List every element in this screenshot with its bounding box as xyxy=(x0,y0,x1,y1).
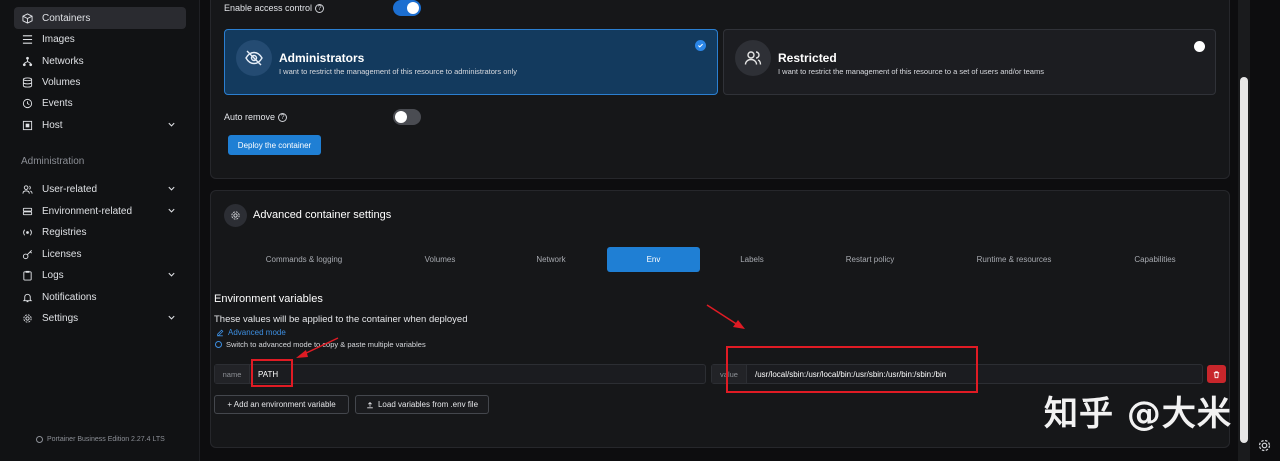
eye-off-icon xyxy=(236,40,272,76)
cube-icon xyxy=(22,12,33,24)
load-env-file-text: Load variables from .env file xyxy=(377,400,479,409)
sidebar-item-notifications[interactable]: Notifications xyxy=(14,286,186,308)
sidebar: Containers Images Networks Volumes Event… xyxy=(0,0,200,461)
tab-env[interactable]: Env xyxy=(607,247,700,272)
list-icon xyxy=(22,34,33,45)
sidebar-item-networks[interactable]: Networks xyxy=(14,50,186,72)
version-text: Portainer Business Edition 2.27.4 LTS xyxy=(47,436,165,443)
sidebar-item-label: Containers xyxy=(42,12,91,24)
sidebar-item-user-related[interactable]: User-related xyxy=(14,178,186,200)
sidebar-item-label: Licenses xyxy=(42,248,82,260)
hint-text: Switch to advanced mode to copy & paste … xyxy=(226,340,426,349)
sidebar-item-label: Notifications xyxy=(42,291,97,303)
tab-runtime-resources[interactable]: Runtime & resources xyxy=(960,247,1068,272)
trash-icon xyxy=(1213,370,1220,378)
advanced-mode-hint: Switch to advanced mode to copy & paste … xyxy=(215,340,426,349)
watermark: 知乎 @大米 xyxy=(1044,394,1232,434)
sidebar-item-label: Logs xyxy=(42,269,64,281)
check-icon xyxy=(695,40,706,51)
bell-icon xyxy=(22,292,33,303)
key-icon xyxy=(22,249,33,260)
users-icon xyxy=(735,40,771,76)
restricted-card[interactable]: Restricted I want to restrict the manage… xyxy=(723,29,1216,95)
annotation-box-value xyxy=(726,346,978,393)
tab-restart-policy[interactable]: Restart policy xyxy=(820,247,920,272)
tab-volumes[interactable]: Volumes xyxy=(400,247,480,272)
administrators-card[interactable]: Administrators I want to restrict the ma… xyxy=(224,29,718,95)
env-name-value[interactable]: PATH xyxy=(250,365,705,383)
server-icon xyxy=(22,206,33,217)
env-section-title: Environment variables xyxy=(214,293,323,305)
restricted-desc: I want to restrict the management of thi… xyxy=(778,67,1044,76)
administrators-desc: I want to restrict the management of thi… xyxy=(279,67,518,76)
radio-button[interactable] xyxy=(1194,41,1205,52)
settings-icon xyxy=(224,204,247,227)
sidebar-item-registries[interactable]: Registries xyxy=(14,221,186,243)
sidebar-item-label: Images xyxy=(42,33,75,45)
advanced-mode-link[interactable]: Advanced mode xyxy=(216,328,286,337)
help-icon[interactable]: ? xyxy=(315,3,325,13)
clipboard-icon xyxy=(22,270,33,281)
info-icon xyxy=(215,341,222,348)
sidebar-item-events[interactable]: Events xyxy=(14,92,186,114)
administrators-title: Administrators xyxy=(279,51,365,65)
enable-access-control-label: Enable access control ? xyxy=(224,3,325,13)
tab-network[interactable]: Network xyxy=(510,247,592,272)
sidebar-item-label: Networks xyxy=(42,55,84,67)
sidebar-item-logs[interactable]: Logs xyxy=(14,264,186,286)
access-control-toggle[interactable] xyxy=(393,0,421,16)
sidebar-item-licenses[interactable]: Licenses xyxy=(14,243,186,265)
tab-labels[interactable]: Labels xyxy=(712,247,792,272)
sidebar-item-label: Volumes xyxy=(42,76,81,88)
chevron-down-icon xyxy=(168,272,175,277)
advanced-settings-title: Advanced container settings xyxy=(253,209,392,221)
gear-icon[interactable] xyxy=(1257,438,1272,453)
env-section-subtitle: These values will be applied to the cont… xyxy=(214,314,468,325)
host-icon xyxy=(22,120,33,131)
sidebar-item-containers[interactable]: Containers xyxy=(14,7,186,29)
sidebar-item-label: Registries xyxy=(42,226,87,238)
scrollbar-thumb[interactable] xyxy=(1240,77,1248,443)
history-icon xyxy=(22,98,33,109)
sidebar-footer: Portainer Business Edition 2.27.4 LTS xyxy=(36,436,165,443)
sidebar-item-label: Settings xyxy=(42,312,79,324)
edit-icon xyxy=(217,329,224,336)
auto-remove-label: Auto remove ? xyxy=(224,112,288,122)
upload-icon xyxy=(367,401,373,408)
gear-icon xyxy=(22,313,33,324)
chevron-down-icon xyxy=(168,208,175,213)
enable-access-control-text: Enable access control xyxy=(224,3,313,13)
users-icon xyxy=(22,184,33,195)
sidebar-item-images[interactable]: Images xyxy=(14,28,186,50)
chevron-down-icon xyxy=(168,122,175,127)
annotation-box-name xyxy=(251,359,293,387)
radio-icon xyxy=(22,227,33,238)
restricted-title: Restricted xyxy=(778,51,837,65)
network-icon xyxy=(22,56,33,67)
sidebar-item-volumes[interactable]: Volumes xyxy=(14,71,186,93)
deploy-container-button[interactable]: Deploy the container xyxy=(228,135,321,155)
advanced-mode-text: Advanced mode xyxy=(228,328,286,337)
sidebar-item-settings[interactable]: Settings xyxy=(14,307,186,329)
name-addon: name xyxy=(215,365,250,383)
auto-remove-text: Auto remove xyxy=(224,112,276,122)
database-icon xyxy=(22,76,33,88)
auto-remove-toggle[interactable] xyxy=(393,109,421,125)
tab-commands-logging[interactable]: Commands & logging xyxy=(254,247,354,272)
chevron-down-icon xyxy=(168,186,175,191)
portainer-logo-icon xyxy=(36,436,43,443)
sidebar-item-environment-related[interactable]: Environment-related xyxy=(14,200,186,222)
sidebar-item-label: Events xyxy=(42,97,73,109)
sidebar-item-label: Host xyxy=(42,119,63,131)
add-env-variable-button[interactable]: + Add an environment variable xyxy=(214,395,349,414)
help-icon[interactable]: ? xyxy=(278,112,288,122)
delete-variable-button[interactable] xyxy=(1207,365,1226,383)
chevron-down-icon xyxy=(168,315,175,320)
sidebar-item-label: User-related xyxy=(42,183,98,195)
sidebar-item-label: Environment-related xyxy=(42,205,133,217)
sidebar-item-host[interactable]: Host xyxy=(14,114,186,136)
load-env-file-button[interactable]: Load variables from .env file xyxy=(355,395,489,414)
sidebar-section-title: Administration xyxy=(21,156,85,167)
tab-capabilities[interactable]: Capabilities xyxy=(1110,247,1200,272)
